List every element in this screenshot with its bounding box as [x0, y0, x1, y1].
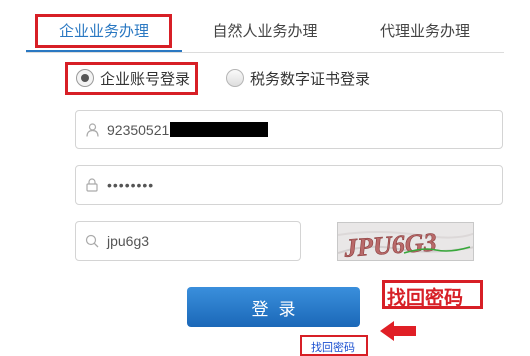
- account-field[interactable]: 92350521: [75, 110, 503, 149]
- tab-enterprise[interactable]: 企业业务办理: [26, 12, 182, 50]
- captcha-text: JPU6G3: [342, 227, 437, 261]
- radio-digital-certificate-label: 税务数字证书登录: [250, 69, 371, 88]
- arrow-left-icon: [380, 321, 416, 341]
- account-value: 92350521: [107, 121, 170, 138]
- redacted-block: [170, 122, 269, 137]
- captcha-image[interactable]: JPU6G3: [337, 222, 474, 261]
- annotation-label: 找回密码: [387, 287, 464, 309]
- captcha-input-value: jpu6g3: [107, 233, 150, 249]
- radio-digital-certificate[interactable]: 税务数字证书登录: [226, 68, 370, 88]
- forgot-password-link[interactable]: 找回密码: [311, 339, 355, 355]
- radio-enterprise-account[interactable]: 企业账号登录: [76, 68, 190, 88]
- lock-icon: [85, 177, 99, 193]
- radio-unchecked-icon[interactable]: [226, 69, 244, 87]
- tab-divider: [26, 52, 504, 53]
- user-icon: [85, 122, 99, 138]
- password-value: ••••••••: [107, 177, 155, 193]
- password-field[interactable]: ••••••••: [75, 165, 503, 205]
- radio-checked-icon[interactable]: [76, 69, 94, 87]
- tab-agent[interactable]: 代理业务办理: [362, 12, 488, 50]
- radio-enterprise-account-label: 企业账号登录: [100, 69, 191, 88]
- tab-individual[interactable]: 自然人业务办理: [194, 12, 336, 50]
- search-icon: [85, 233, 99, 249]
- login-button[interactable]: 登录: [187, 287, 360, 327]
- captcha-input[interactable]: jpu6g3: [75, 221, 301, 261]
